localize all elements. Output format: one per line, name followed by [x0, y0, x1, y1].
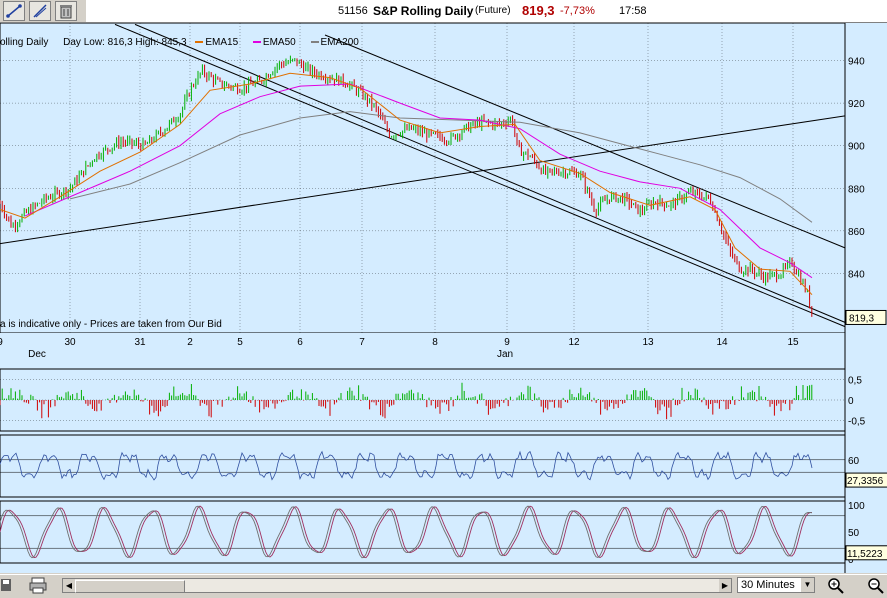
interval-value: 30 Minutes — [741, 579, 795, 591]
main-panel — [0, 23, 846, 334]
x-tick-label: 13 — [642, 337, 654, 348]
chart-legend: olling Daily Day Low: 816,3 High: 845,3 … — [0, 37, 371, 49]
chevron-down-icon: ▼ — [801, 578, 814, 592]
x-month-label: Dec — [28, 349, 46, 360]
x-tick-label: 5 — [237, 337, 243, 348]
x-tick-label: 9 — [504, 337, 510, 348]
x-tick-label: 9 — [0, 337, 3, 348]
x-tick-label: 31 — [134, 337, 146, 348]
y-tick-label: 940 — [848, 57, 865, 68]
x-month-label: Jan — [497, 349, 513, 360]
legend-title: olling Daily — [0, 37, 49, 48]
y-tick-label: 860 — [848, 227, 865, 238]
scroll-left-button[interactable]: ◀ — [63, 579, 75, 592]
scroll-thumb[interactable] — [75, 580, 185, 593]
save-button[interactable] — [0, 577, 14, 593]
print-icon — [29, 577, 47, 594]
delete-button[interactable] — [55, 1, 77, 21]
print-button[interactable] — [27, 576, 49, 594]
legend-range: Day Low: 816,3 High: 845,3 — [63, 37, 187, 48]
x-tick-label: 8 — [432, 337, 438, 348]
legend-ema15: EMA15 — [195, 37, 244, 48]
instrument-type: (Future) — [475, 5, 511, 16]
bottom-bar: ◀ ▶ 30 Minutes ▼ — [0, 574, 887, 595]
x-tick-label: 14 — [716, 337, 728, 348]
y-tick-label: -0,5 — [848, 417, 866, 428]
chart-svg[interactable]: 840 860 880 900 920 940 9 30 31 2 5 6 7 8 9 12 13 14 15 Dec… — [0, 23, 887, 573]
y-tick-label: 50 — [848, 528, 860, 539]
y-tick-label: 840 — [848, 269, 865, 280]
y-tick-label: 0 — [848, 396, 854, 407]
stochastic-value-label: 11,5223 — [847, 549, 883, 560]
y-tick-label: 900 — [848, 142, 865, 153]
x-tick-label: 6 — [297, 337, 303, 348]
toolbar: 51156 S&P Rolling Daily (Future) 819,3 -… — [0, 0, 887, 23]
disk-icon — [1, 579, 11, 591]
y-tick-label: 60 — [848, 456, 860, 467]
crosshair-icon — [6, 4, 22, 18]
crosshair-tool-button[interactable] — [3, 1, 25, 21]
legend-ema50: EMA50 — [252, 37, 302, 48]
instrument-header: 51156 S&P Rolling Daily (Future) 819,3 -… — [86, 0, 887, 22]
last-price: 819,3 — [522, 3, 555, 18]
oscillator-value-label: 27,3356 — [847, 476, 884, 487]
y-tick-label: 880 — [848, 184, 865, 195]
line-tool-button[interactable] — [29, 1, 51, 21]
line-tool-icon — [33, 4, 47, 18]
update-time: 17:58 — [619, 5, 647, 17]
disclaimer-text: a is indicative only - Prices are taken … — [0, 319, 222, 330]
y-tick-label: 0,5 — [848, 375, 862, 386]
zoom-out-icon — [868, 578, 884, 594]
chart-area[interactable]: 840 860 880 900 920 940 9 30 31 2 5 6 7 8 9 12 13 14 15 Dec… — [0, 23, 887, 573]
instrument-code: 51156 — [338, 5, 368, 17]
interval-select[interactable]: 30 Minutes ▼ — [737, 577, 815, 593]
oscillator-panel — [0, 434, 846, 498]
zoom-out-button[interactable] — [866, 576, 886, 594]
trash-icon — [60, 5, 72, 19]
x-tick-label: 2 — [187, 337, 193, 348]
legend-ema200: EMA200 — [310, 37, 365, 48]
zoom-in-icon — [828, 578, 844, 594]
y-tick-label: 100 — [848, 501, 865, 512]
x-tick-label: 12 — [568, 337, 580, 348]
x-tick-label: 15 — [787, 337, 799, 348]
change-percent: -7,73% — [560, 5, 595, 17]
y-tick-label: 920 — [848, 99, 865, 110]
zoom-in-button[interactable] — [826, 576, 846, 594]
scroll-right-button[interactable]: ▶ — [719, 579, 731, 592]
x-tick-label: 30 — [64, 337, 76, 348]
horizontal-scrollbar[interactable]: ◀ ▶ — [62, 578, 732, 593]
x-tick-label: 7 — [359, 337, 365, 348]
last-price-label: 819,3 — [849, 313, 874, 324]
instrument-name: S&P Rolling Daily — [373, 4, 474, 18]
